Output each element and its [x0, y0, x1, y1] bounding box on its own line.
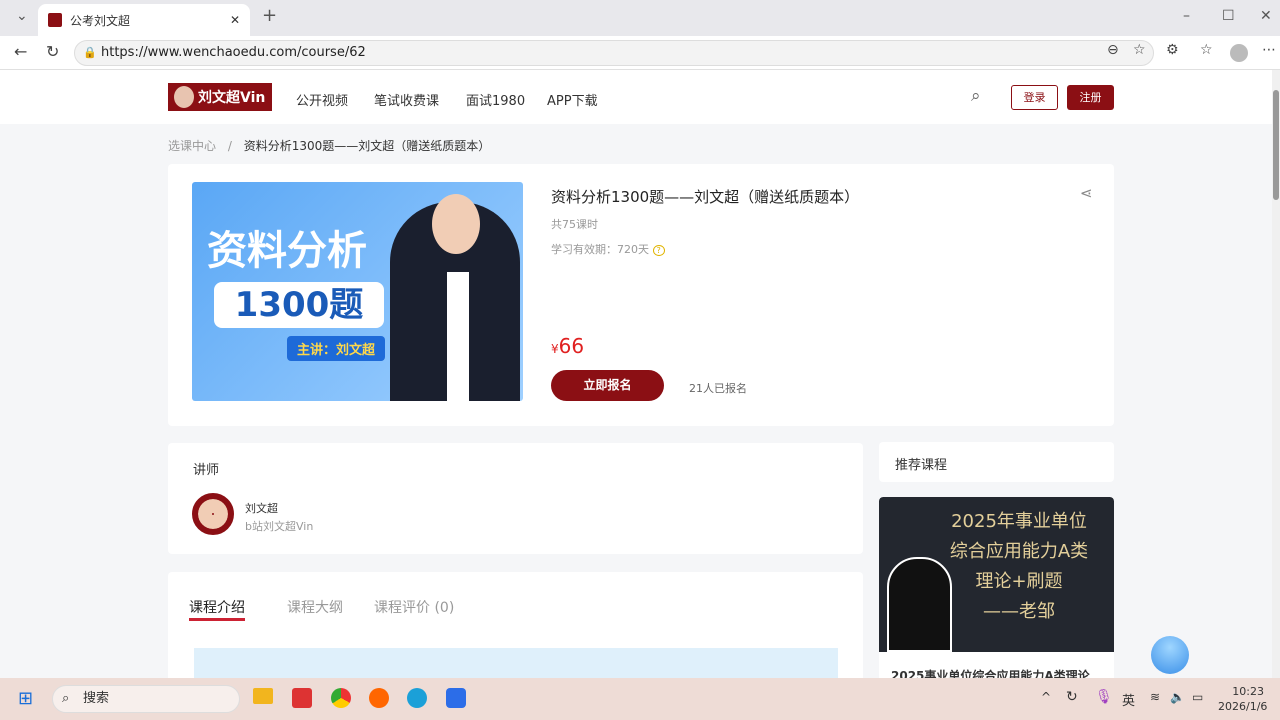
- breadcrumb-root[interactable]: 选课中心: [168, 139, 216, 153]
- nav-interview[interactable]: 面试1980: [466, 90, 525, 109]
- chrome-icon[interactable]: [331, 688, 351, 708]
- minimize-icon[interactable]: –: [1183, 8, 1190, 24]
- battery-icon[interactable]: ▭: [1192, 690, 1203, 704]
- taskbar: ⊞ ⌕ 搜索 ^ ↻ 🎙 英 ≋ 🔈 ▭ 10:23 2026/1/6: [0, 678, 1280, 720]
- lesson-count: 共75课时: [551, 218, 598, 231]
- volume-icon[interactable]: 🔈: [1170, 690, 1185, 704]
- tray-chevron-icon[interactable]: ^: [1041, 690, 1051, 704]
- recommend-heading: 推荐课程: [895, 458, 948, 473]
- browser-tab-bar: ⌄ 公考刘文超 ✕ + – ☐ ✕: [0, 0, 1280, 36]
- login-button[interactable]: 登录: [1011, 85, 1058, 110]
- validity: 学习有效期：720天 ?: [551, 241, 665, 257]
- teacher-bilibili: b站刘文超Vin: [245, 520, 314, 533]
- teacher-card: 讲师 刘文超 b站刘文超Vin: [168, 443, 863, 554]
- floating-assistant-button[interactable]: [1151, 636, 1189, 674]
- cover-line: 2025年事业单位: [951, 511, 1087, 532]
- teacher-face: [432, 194, 480, 254]
- close-tab-icon[interactable]: ✕: [230, 13, 240, 27]
- cover-line: ——老邹: [983, 601, 1055, 622]
- breadcrumb: 选课中心 / 资料分析1300题——刘文超（赠送纸质题本）: [168, 137, 490, 154]
- help-icon[interactable]: ?: [652, 245, 665, 256]
- course-detail-card: 课程介绍 课程大纲 课程评价 (0): [168, 572, 863, 678]
- favorite-star-icon[interactable]: ☆: [1133, 42, 1146, 58]
- recommend-teacher-photo: [887, 557, 952, 652]
- edge-icon[interactable]: [407, 688, 427, 708]
- new-tab-icon[interactable]: +: [262, 5, 277, 26]
- tab-reviews[interactable]: 课程评价 (0): [374, 597, 454, 617]
- taskbar-search-label: 搜索: [83, 691, 110, 706]
- search-icon[interactable]: ⌕: [971, 86, 981, 106]
- nav-app-download[interactable]: APP下载: [547, 90, 598, 109]
- more-icon[interactable]: ⋯: [1262, 42, 1276, 58]
- enroll-button[interactable]: 立即报名: [551, 370, 664, 401]
- cover-line: 综合应用能力A类: [949, 541, 1089, 562]
- breadcrumb-current: 资料分析1300题——刘文超（赠送纸质题本）: [243, 139, 491, 153]
- teacher-shirt: [447, 272, 469, 401]
- taskbar-search[interactable]: ⌕ 搜索: [52, 685, 240, 713]
- url-input[interactable]: 🔒 https://www.wenchaoedu.com/course/62: [74, 40, 1154, 66]
- cover-subtitle: 1300题: [214, 282, 384, 328]
- web-page: 刘文超Vin 公开视频 笔试收费课 面试1980 APP下载 ⌕ 登录 注册 选…: [0, 70, 1272, 678]
- cover-line: 理论+刷题: [975, 571, 1063, 592]
- refresh-icon[interactable]: ↻: [46, 42, 59, 61]
- scrollbar[interactable]: [1272, 70, 1280, 678]
- cover-title: 资料分析: [207, 228, 367, 274]
- currency: ¥: [551, 342, 559, 356]
- teacher-avatar[interactable]: [192, 493, 234, 535]
- tab-outline[interactable]: 课程大纲: [287, 597, 343, 617]
- snipping-tool-icon[interactable]: [292, 688, 312, 708]
- extensions-icon[interactable]: ⚙: [1166, 42, 1179, 58]
- address-bar-row: ← ↻ 🔒 https://www.wenchaoedu.com/course/6…: [0, 36, 1280, 70]
- firefox-icon[interactable]: [369, 688, 389, 708]
- nav-paid-courses[interactable]: 笔试收费课: [374, 90, 439, 109]
- date: 2026/1/6: [1218, 700, 1268, 713]
- enrolled-count: 21人已报名: [689, 382, 747, 395]
- zoom-icon[interactable]: ⊖: [1107, 42, 1119, 58]
- tab-title: 公考刘文超: [70, 13, 131, 28]
- sync-icon[interactable]: ↻: [1066, 689, 1078, 705]
- tab-intro[interactable]: 课程介绍: [189, 597, 245, 621]
- site-logo[interactable]: 刘文超Vin: [168, 83, 272, 111]
- back-icon[interactable]: ←: [14, 42, 27, 61]
- recommend-header: 推荐课程: [879, 442, 1114, 482]
- recommend-cover: 2025年事业单位 综合应用能力A类 理论+刷题 ——老邹: [879, 497, 1114, 652]
- site-header: 刘文超Vin 公开视频 笔试收费课 面试1980 APP下载 ⌕ 登录 注册: [0, 70, 1272, 124]
- favicon-icon: [48, 13, 62, 27]
- recommend-course-card[interactable]: 2025年事业单位 综合应用能力A类 理论+刷题 ——老邹 2025事业单位综合…: [879, 497, 1114, 678]
- share-icon[interactable]: ⋖: [1080, 184, 1093, 202]
- microphone-icon[interactable]: 🎙: [1095, 689, 1113, 705]
- teacher-heading: 讲师: [193, 463, 220, 478]
- course-title: 资料分析1300题——刘文超（赠送纸质题本）: [551, 188, 860, 206]
- favorites-icon[interactable]: ☆: [1200, 42, 1213, 58]
- browser-tab[interactable]: 公考刘文超 ✕: [38, 4, 250, 36]
- maximize-icon[interactable]: ☐: [1222, 8, 1235, 24]
- close-window-icon[interactable]: ✕: [1260, 8, 1272, 24]
- wifi-icon[interactable]: ≋: [1150, 690, 1160, 704]
- intro-banner: [194, 648, 838, 678]
- course-cover-image: 资料分析 1300题 主讲：刘文超: [192, 182, 523, 401]
- nav-public-videos[interactable]: 公开视频: [296, 90, 348, 109]
- validity-text: 学习有效期：720天: [551, 243, 649, 256]
- start-icon[interactable]: ⊞: [18, 688, 33, 709]
- price: ¥66: [551, 334, 584, 358]
- cover-lecturer: 主讲：刘文超: [287, 336, 386, 361]
- breadcrumb-separator: /: [227, 139, 232, 153]
- profile-avatar[interactable]: [1230, 44, 1248, 62]
- course-card: 资料分析 1300题 主讲：刘文超 资料分析1300题——刘文超（赠送纸质题本）…: [168, 164, 1114, 426]
- recommend-cover-text: 2025年事业单位 综合应用能力A类 理论+刷题 ——老邹: [934, 507, 1104, 627]
- price-value: 66: [558, 334, 585, 358]
- search-icon: ⌕: [62, 691, 70, 706]
- time: 10:23: [1232, 685, 1264, 698]
- ime-indicator[interactable]: 英: [1122, 690, 1135, 709]
- scrollbar-thumb[interactable]: [1273, 90, 1279, 200]
- recommend-course-title[interactable]: 2025事业单位综合应用能力A类理论: [891, 667, 1090, 678]
- url-text: https://www.wenchaoedu.com/course/62: [101, 45, 366, 60]
- teacher-name[interactable]: 刘文超: [245, 500, 278, 516]
- register-button[interactable]: 注册: [1067, 85, 1114, 110]
- tab-list-icon[interactable]: ⌄: [16, 8, 28, 24]
- clock[interactable]: 10:23 2026/1/6: [1218, 684, 1268, 714]
- file-explorer-icon[interactable]: [253, 688, 273, 704]
- app-icon[interactable]: [446, 688, 466, 708]
- lock-icon: 🔒: [83, 46, 97, 59]
